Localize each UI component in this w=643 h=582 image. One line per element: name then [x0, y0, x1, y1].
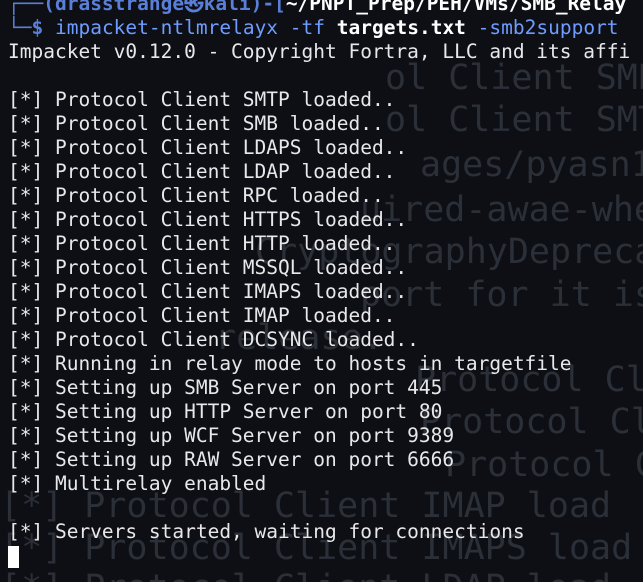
output-line: [*] Protocol Client DCSYNC loaded.. — [8, 328, 419, 351]
output-line: [*] Servers started, waiting for connect… — [8, 520, 525, 543]
output-line: [*] Setting up WCF Server on port 9389 — [8, 424, 455, 447]
output-line: [*] Protocol Client IMAP loaded.. — [8, 304, 396, 327]
prompt-corner: └─ — [8, 16, 32, 39]
terminal-window[interactable]: ol Client SMB loadeol Client SMTP loadag… — [0, 0, 643, 582]
terminal-cursor[interactable] — [8, 545, 19, 568]
command-flag-smb2: -smb2support — [477, 16, 619, 39]
prompt-prefix: ┌──( — [8, 0, 55, 15]
command-target-file: targets.txt — [336, 16, 466, 39]
ghost-text-line: [*] Protocol Client LDAP load — [0, 568, 611, 582]
banner-line: Impacket v0.12.0 - Copyright Fortra, LLC… — [8, 40, 631, 63]
prompt-header: ┌──(drasstrange㉿kali)-[~/PNPT_Prep/PEH/V… — [8, 0, 643, 16]
output-line: [*] Protocol Client IMAPS loaded.. — [8, 280, 408, 303]
output-line: [*] Protocol Client LDAPS loaded.. — [8, 136, 408, 159]
output-line: [*] Protocol Client MSSQL loaded.. — [8, 256, 408, 279]
output-line: [*] Setting up HTTP Server on port 80 — [8, 400, 443, 423]
output-line: [*] Protocol Client SMTP loaded.. — [8, 88, 396, 111]
output-line: [*] Running in relay mode to hosts in ta… — [8, 352, 572, 375]
prompt-path: ~/PNPT_Prep/PEH/VMs/SMB_Relay — [285, 0, 627, 15]
output-line: [*] Protocol Client HTTP loaded.. — [8, 232, 396, 255]
output-line: [*] Protocol Client RPC loaded.. — [8, 184, 384, 207]
terminal-output: ┌──(drasstrange㉿kali)-[~/PNPT_Prep/PEH/V… — [8, 0, 643, 568]
prompt-user-host: drasstrange㉿kali — [54, 0, 251, 15]
command-name: impacket-ntlmrelayx — [54, 16, 279, 39]
prompt-mid: )-[ — [250, 0, 286, 15]
prompt-dollar: $ — [31, 16, 44, 39]
output-lines: [*] Protocol Client SMTP loaded.. [*] Pro… — [8, 88, 643, 544]
command-flag-tf: -tf — [289, 16, 326, 39]
output-line: [*] Multirelay enabled — [8, 472, 267, 495]
cursor-line — [8, 544, 643, 568]
output-line: [*] Protocol Client LDAP loaded.. — [8, 160, 396, 183]
output-line: [*] Protocol Client SMB loaded.. — [8, 112, 384, 135]
output-line: [*] Setting up SMB Server on port 445 — [8, 376, 443, 399]
command-line: └─$ impacket-ntlmrelayx -tf targets.txt … — [8, 16, 643, 40]
output-line: [*] Protocol Client HTTPS loaded.. — [8, 208, 408, 231]
output-line: [*] Setting up RAW Server on port 6666 — [8, 448, 455, 471]
